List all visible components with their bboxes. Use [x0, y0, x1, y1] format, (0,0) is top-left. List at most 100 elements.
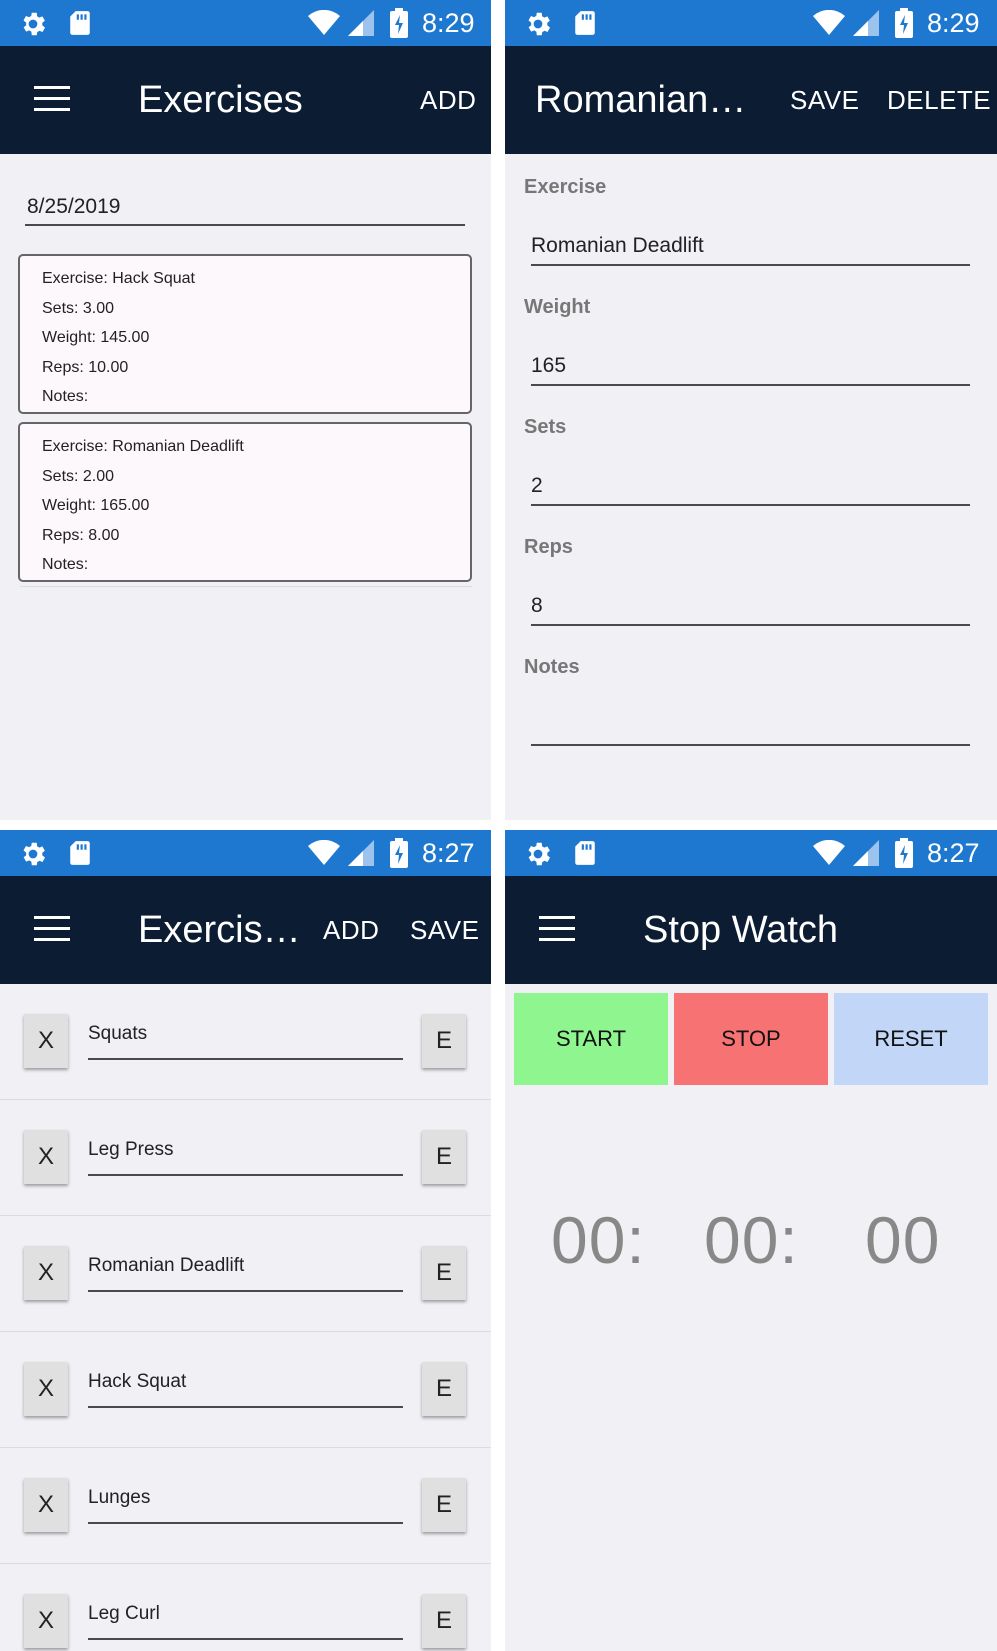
delete-exercise-button[interactable]: X [24, 1362, 68, 1416]
page-title: Romanian… [535, 79, 747, 121]
stopwatch-minutes: 00: [704, 1203, 799, 1277]
edit-exercise-button[interactable]: E [422, 1594, 466, 1648]
clock-time: 8:27 [927, 838, 980, 868]
card-reps: Reps: 8.00 [42, 526, 120, 544]
page-title: Exercises [138, 79, 303, 121]
page-title: Stop Watch [643, 909, 839, 951]
edit-exercise-button[interactable]: E [422, 1478, 466, 1532]
list-item: X Lunges E [0, 1448, 491, 1564]
exercise-input[interactable]: Romanian Deadlift [531, 226, 970, 266]
sd-card-icon [70, 841, 90, 865]
card-reps: Reps: 10.00 [42, 358, 129, 376]
delete-exercise-button[interactable]: X [24, 1130, 68, 1184]
list-item: X Leg Curl E [0, 1564, 491, 1651]
reset-button[interactable]: RESET [834, 993, 988, 1085]
wifi-icon [308, 840, 340, 865]
menu-icon[interactable] [34, 916, 72, 944]
exercise-card[interactable]: Exercise: Hack Squat Sets: 3.00 Weight: … [18, 254, 472, 414]
exercise-log-screen: 8:29 Exercises ADD 8/25/2019 Exercise: H… [0, 0, 491, 820]
add-button[interactable]: ADD [323, 914, 379, 946]
battery-charging-icon [895, 838, 913, 868]
battery-charging-icon [390, 8, 408, 38]
menu-icon[interactable] [539, 916, 577, 944]
card-weight: Weight: 145.00 [42, 329, 150, 346]
card-sets: Sets: 3.00 [42, 299, 115, 317]
app-toolbar: Exercises ADD [0, 46, 491, 154]
delete-exercise-button[interactable]: X [24, 1014, 68, 1068]
wifi-icon [813, 840, 845, 865]
settings-gear-icon [528, 842, 550, 866]
clock-time: 8:29 [927, 8, 980, 38]
status-bar: 8:27 [0, 830, 491, 876]
cell-signal-icon [853, 840, 879, 866]
edit-exercise-button[interactable]: E [422, 1014, 466, 1068]
reps-input[interactable]: 8 [531, 586, 970, 626]
clock-time: 8:29 [422, 8, 475, 38]
list-item: X Hack Squat E [0, 1332, 491, 1448]
status-bar: 8:29 [505, 0, 997, 46]
notes-input[interactable] [531, 706, 970, 746]
delete-exercise-button[interactable]: X [24, 1246, 68, 1300]
exercise-name-input[interactable]: Hack Squat [88, 1366, 403, 1408]
app-toolbar: Exercis… ADD SAVE [0, 876, 491, 984]
stopwatch-screen: 8:27 Stop Watch START STOP RESET 00: 00:… [505, 830, 997, 1651]
cell-signal-icon [348, 840, 374, 866]
delete-button[interactable]: DELETE [887, 84, 991, 116]
clock-time: 8:27 [422, 838, 475, 868]
app-toolbar: Stop Watch [505, 876, 997, 984]
card-exercise: Exercise: Hack Squat [42, 270, 195, 287]
weight-input[interactable]: 165 [531, 346, 970, 386]
card-weight: Weight: 165.00 [42, 497, 150, 514]
notes-label: Notes [524, 656, 580, 678]
status-bar: 8:29 [0, 0, 491, 46]
sd-card-icon [575, 841, 595, 865]
exercise-name-input[interactable]: Romanian Deadlift [88, 1250, 403, 1292]
sets-input[interactable]: 2 [531, 466, 970, 506]
edit-exercise-button[interactable]: E [422, 1130, 466, 1184]
settings-gear-icon [23, 842, 46, 866]
save-button[interactable]: SAVE [410, 914, 479, 946]
exercise-list-screen: 8:27 Exercis… ADD SAVE X Squats E X Leg … [0, 830, 491, 1651]
list-divider [20, 584, 472, 587]
battery-charging-icon [895, 8, 913, 38]
status-bar: 8:27 [505, 830, 997, 876]
settings-gear-icon [23, 12, 46, 36]
save-button[interactable]: SAVE [790, 84, 859, 116]
stop-button[interactable]: STOP [674, 993, 828, 1085]
battery-charging-icon [390, 838, 408, 868]
settings-gear-icon [528, 12, 550, 36]
exercise-label: Exercise [524, 176, 607, 198]
edit-exercise-button[interactable]: E [422, 1246, 466, 1300]
reps-label: Reps [524, 536, 573, 558]
app-toolbar: Romanian… SAVE DELETE [505, 46, 997, 154]
list-item: X Leg Press E [0, 1100, 491, 1216]
card-sets: Sets: 2.00 [42, 467, 115, 485]
card-exercise: Exercise: Romanian Deadlift [42, 438, 244, 455]
page-title: Exercis… [138, 909, 301, 951]
card-notes: Notes: [42, 388, 89, 405]
cell-signal-icon [853, 10, 879, 36]
exercise-name-input[interactable]: Leg Curl [88, 1598, 403, 1640]
menu-icon[interactable] [34, 86, 72, 114]
stopwatch-seconds: 00 [865, 1203, 941, 1277]
edit-exercise-screen: 8:29 Romanian… SAVE DELETE Exercise Roma… [505, 0, 997, 820]
delete-exercise-button[interactable]: X [24, 1478, 68, 1532]
wifi-icon [308, 10, 340, 35]
edit-exercise-button[interactable]: E [422, 1362, 466, 1416]
exercise-card[interactable]: Exercise: Romanian Deadlift Sets: 2.00 W… [18, 422, 472, 582]
sets-label: Sets [524, 416, 567, 438]
exercise-name-input[interactable]: Squats [88, 1018, 403, 1060]
exercise-name-input[interactable]: Leg Press [88, 1134, 403, 1176]
delete-exercise-button[interactable]: X [24, 1594, 68, 1648]
list-item: X Romanian Deadlift E [0, 1216, 491, 1332]
date-input[interactable]: 8/25/2019 [25, 188, 465, 226]
exercise-name-input[interactable]: Lunges [88, 1482, 403, 1524]
start-button[interactable]: START [514, 993, 668, 1085]
card-notes: Notes: [42, 556, 89, 573]
sd-card-icon [575, 11, 595, 35]
stopwatch-hours: 00: [551, 1203, 646, 1277]
weight-label: Weight [524, 296, 591, 318]
wifi-icon [813, 10, 845, 35]
add-button[interactable]: ADD [420, 84, 476, 116]
cell-signal-icon [348, 10, 374, 36]
